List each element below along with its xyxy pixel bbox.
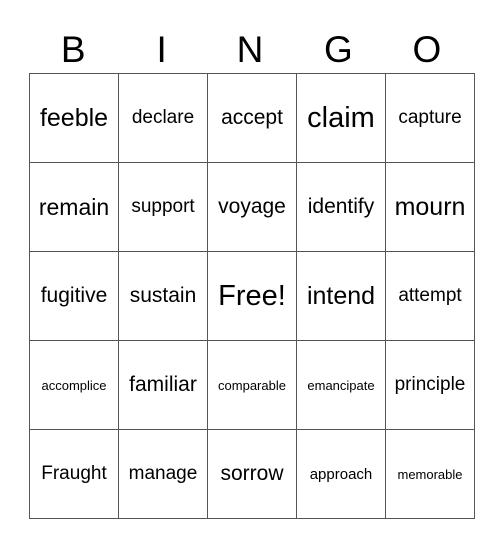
bingo-cell: principle (385, 340, 475, 430)
bingo-cell: approach (296, 429, 386, 519)
bingo-cell: comparable (207, 340, 297, 430)
bingo-cell: Fraught (29, 429, 119, 519)
bingo-cell: voyage (207, 162, 297, 252)
header-letter-n: N (236, 29, 264, 70)
bingo-header: B I N G O (29, 28, 471, 72)
grid-row: feeble declare accept claim capture (29, 73, 475, 163)
header-letter-g: G (324, 29, 353, 70)
bingo-cell: mourn (385, 162, 475, 252)
bingo-cell: declare (118, 73, 208, 163)
bingo-cell: manage (118, 429, 208, 519)
bingo-cell: support (118, 162, 208, 252)
bingo-cell: emancipate (296, 340, 386, 430)
bingo-grid: feeble declare accept claim capture rema… (29, 73, 475, 519)
header-letter-o: O (412, 29, 442, 70)
grid-row: accomplice familiar comparable emancipat… (29, 340, 475, 430)
bingo-cell: attempt (385, 251, 475, 341)
bingo-cell: intend (296, 251, 386, 341)
bingo-cell: claim (296, 73, 386, 163)
bingo-cell: sustain (118, 251, 208, 341)
bingo-cell: accomplice (29, 340, 119, 430)
bingo-cell: identify (296, 162, 386, 252)
bingo-cell: familiar (118, 340, 208, 430)
bingo-cell: capture (385, 73, 475, 163)
bingo-cell: fugitive (29, 251, 119, 341)
bingo-cell: feeble (29, 73, 119, 163)
free-cell: Free! (207, 251, 297, 341)
grid-row: remain support voyage identify mourn (29, 162, 475, 252)
grid-row: fugitive sustain Free! intend attempt (29, 251, 475, 341)
header-letter-i: I (156, 29, 167, 70)
bingo-cell: memorable (385, 429, 475, 519)
header-letter-b: B (60, 29, 86, 70)
bingo-cell: accept (207, 73, 297, 163)
bingo-cell: sorrow (207, 429, 297, 519)
bingo-cell: remain (29, 162, 119, 252)
grid-row: Fraught manage sorrow approach memorable (29, 429, 475, 519)
